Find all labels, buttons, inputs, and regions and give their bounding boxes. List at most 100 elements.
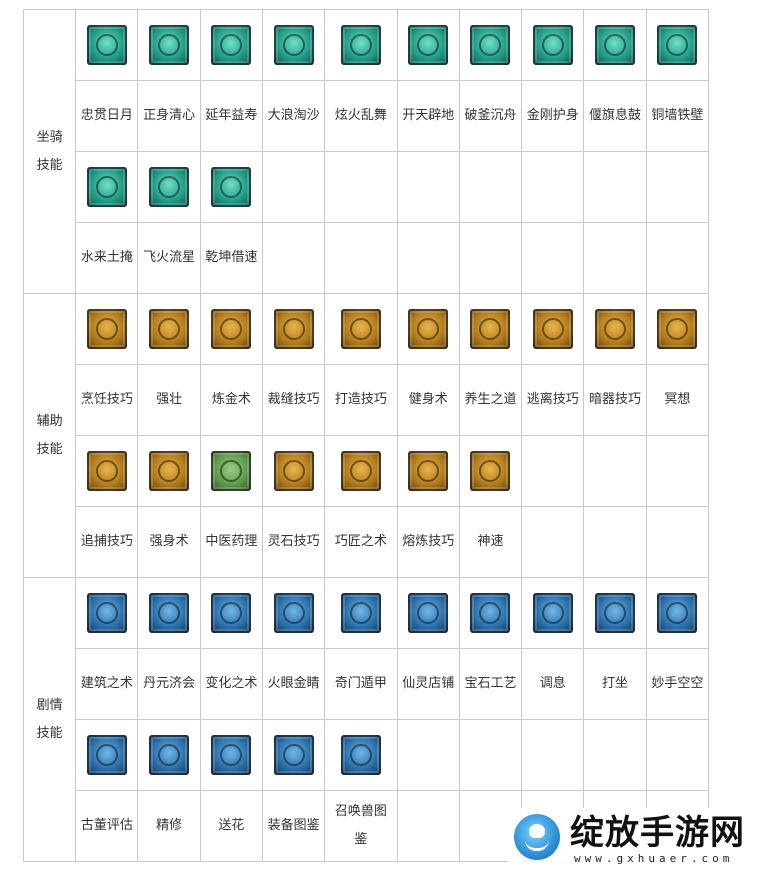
blue-repair-icon[interactable] bbox=[149, 735, 190, 775]
icon-row: 剧情 技能 bbox=[22, 577, 710, 862]
gold-chase-icon[interactable] bbox=[86, 451, 127, 491]
skill-icon-cell bbox=[396, 577, 460, 649]
skill-icon-cell bbox=[75, 9, 139, 81]
skill-name-cell: 大浪淘沙 bbox=[262, 80, 326, 152]
skill-icon-cell bbox=[137, 719, 201, 791]
gold-longevity-icon[interactable] bbox=[470, 309, 511, 349]
teal-sword-icon[interactable] bbox=[408, 25, 449, 65]
skill-name-cell: 正身清心 bbox=[137, 80, 201, 152]
blue-pill-icon[interactable] bbox=[149, 593, 190, 633]
skill-name-cell: 火眼金睛 bbox=[262, 648, 326, 720]
gold-smelt-icon[interactable] bbox=[408, 451, 449, 491]
blue-pet-book-icon[interactable] bbox=[340, 735, 381, 775]
gold-alchemy-icon[interactable] bbox=[211, 309, 252, 349]
blue-building-icon[interactable] bbox=[86, 593, 127, 633]
skill-icon-cell bbox=[396, 293, 460, 365]
skill-icon-cell bbox=[137, 577, 201, 649]
teal-banner-icon[interactable] bbox=[595, 25, 636, 65]
skill-icon-cell bbox=[199, 151, 264, 223]
skill-icon-cell bbox=[583, 719, 647, 791]
blue-maze-icon[interactable] bbox=[340, 593, 381, 633]
category-label-line: 坐骑 bbox=[36, 129, 63, 145]
gold-speed-icon[interactable] bbox=[470, 451, 511, 491]
blue-gem-icon[interactable] bbox=[470, 593, 511, 633]
skills-table: 坐骑 技能 忠贯日月 正身清心 延年益寿 大浪淘沙 炫火乱舞 开天辟地 破釜沉舟 金刚护身 偃旗息鼓… bbox=[22, 9, 710, 862]
teal-sun-icon[interactable] bbox=[86, 25, 127, 65]
skill-name: 追捕技巧 bbox=[80, 534, 133, 549]
skill-name: 水来土掩 bbox=[80, 250, 133, 265]
blue-breath-icon[interactable] bbox=[532, 593, 573, 633]
gold-scissors-icon[interactable] bbox=[273, 309, 314, 349]
skill-icon-cell bbox=[521, 9, 585, 81]
gold-escape-icon[interactable] bbox=[532, 309, 573, 349]
skill-name: 裁缝技巧 bbox=[267, 392, 320, 407]
gold-pot-icon[interactable] bbox=[86, 309, 127, 349]
blue-gear-book-icon[interactable] bbox=[273, 735, 314, 775]
teal-flame-icon[interactable] bbox=[340, 25, 381, 65]
skill-name: 灵石技巧 bbox=[267, 534, 320, 549]
skill-name: 神速 bbox=[477, 534, 504, 549]
skill-name: 丹元济会 bbox=[143, 676, 196, 691]
name-row: 追捕技巧 强身术 中医药理 灵石技巧 巧匠之术 熔炼技巧 神速 bbox=[24, 506, 710, 578]
skill-name: 正身清心 bbox=[143, 108, 196, 123]
skill-name-cell: 金刚护身 bbox=[521, 80, 585, 152]
gold-dart-icon[interactable] bbox=[595, 309, 636, 349]
gold-craft-icon[interactable] bbox=[340, 451, 381, 491]
teal-buddha-icon[interactable] bbox=[532, 25, 573, 65]
skill-name-cell: 奇门遁甲 bbox=[324, 648, 398, 720]
skill-name-cell: 熔炼技巧 bbox=[396, 506, 460, 578]
gold-strong-icon[interactable] bbox=[149, 451, 190, 491]
skill-name-cell: 宝石工艺 bbox=[458, 648, 523, 720]
skill-name-cell: 送花 bbox=[199, 790, 264, 862]
skill-name: 大浪淘沙 bbox=[267, 108, 320, 123]
skill-name-cell bbox=[583, 222, 647, 294]
category-label-line: 剧情 bbox=[36, 697, 63, 713]
skill-name-cell: 炼金术 bbox=[199, 364, 264, 436]
skill-name: 中医药理 bbox=[205, 534, 258, 549]
blue-sit-icon[interactable] bbox=[595, 593, 636, 633]
blue-eye-icon[interactable] bbox=[273, 593, 314, 633]
teal-wall-icon[interactable] bbox=[657, 25, 698, 65]
name-row: 烹饪技巧 强壮 炼金术 裁缝技巧 打造技巧 健身术 养生之道 逃离技巧 暗器技巧 冥想 bbox=[24, 364, 710, 436]
skill-name: 宝石工艺 bbox=[464, 676, 517, 691]
green-herb-icon[interactable] bbox=[211, 451, 252, 491]
skill-icon-cell bbox=[75, 577, 139, 649]
skill-name: 奇门遁甲 bbox=[334, 676, 387, 691]
skill-name: 巧匠之术 bbox=[334, 534, 387, 549]
blue-shop-icon[interactable] bbox=[408, 593, 449, 633]
skill-icon-cell bbox=[324, 293, 398, 365]
blue-change-icon[interactable] bbox=[211, 593, 252, 633]
teal-yinyang-icon[interactable] bbox=[211, 167, 252, 207]
skill-name-cell: 延年益寿 bbox=[199, 80, 264, 152]
skill-icon-cell bbox=[521, 577, 585, 649]
skill-name-cell: 偃旗息鼓 bbox=[583, 80, 647, 152]
gold-hammer-icon[interactable] bbox=[340, 309, 381, 349]
blue-flower-icon[interactable] bbox=[211, 735, 252, 775]
teal-meteor-icon[interactable] bbox=[149, 167, 190, 207]
skill-icon-cell bbox=[137, 9, 201, 81]
skill-name-cell bbox=[458, 222, 523, 294]
skill-name: 火眼金睛 bbox=[267, 676, 320, 691]
skill-icon-cell bbox=[324, 9, 398, 81]
gold-meditate-icon[interactable] bbox=[657, 309, 698, 349]
skill-name: 铜墙铁壁 bbox=[651, 108, 704, 123]
teal-swirl-icon[interactable] bbox=[86, 167, 127, 207]
gold-fitness-icon[interactable] bbox=[408, 309, 449, 349]
teal-wave-icon[interactable] bbox=[273, 25, 314, 65]
gold-gem-icon[interactable] bbox=[273, 451, 314, 491]
skill-name: 暗器技巧 bbox=[589, 392, 642, 407]
skill-name-cell bbox=[521, 506, 585, 578]
category-label-line: 技能 bbox=[36, 725, 63, 741]
teal-drop-icon[interactable] bbox=[149, 25, 190, 65]
teal-glyph-icon[interactable] bbox=[211, 25, 252, 65]
blue-hand-icon[interactable] bbox=[657, 593, 698, 633]
skill-icon-cell bbox=[75, 435, 139, 507]
skill-icon-cell bbox=[396, 719, 460, 791]
skill-icon-cell bbox=[583, 577, 647, 649]
teal-blades-icon[interactable] bbox=[470, 25, 511, 65]
gold-muscle-icon[interactable] bbox=[149, 309, 190, 349]
blue-antique-icon[interactable] bbox=[86, 735, 127, 775]
skill-name-cell bbox=[645, 506, 710, 578]
skill-name-cell: 强身术 bbox=[137, 506, 201, 578]
skill-name: 古董评估 bbox=[80, 818, 133, 833]
